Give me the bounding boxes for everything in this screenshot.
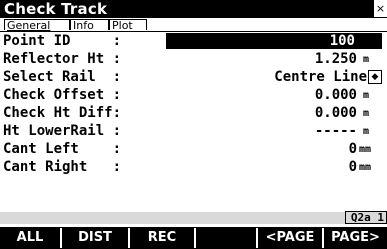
fkey-page-next[interactable]: PAGE> xyxy=(324,228,387,248)
check-offset-unit: m xyxy=(363,90,370,101)
fkey-all[interactable]: ALL xyxy=(0,228,60,248)
ht-lowerrail-label: Ht LowerRail : xyxy=(3,123,122,139)
cant-left-unit: mm xyxy=(359,144,372,155)
title-bar: Check Track × xyxy=(0,0,387,18)
fkey-rec[interactable]: REC xyxy=(130,228,194,248)
fkey-dist[interactable]: DIST xyxy=(62,228,128,248)
status-indicator: Q2a 1 xyxy=(345,211,387,224)
cant-left-label: Cant Left : xyxy=(3,141,122,157)
updown-arrow-icon[interactable]: ◆ xyxy=(368,70,382,84)
reflector-ht-value[interactable]: 1.250 xyxy=(315,50,357,68)
check-ht-diff-unit: m xyxy=(363,108,370,119)
cant-right-row: Cant Right : 0 mm xyxy=(0,158,387,176)
ht-lowerrail-row: Ht LowerRail : ----- m xyxy=(0,122,387,140)
check-offset-label: Check Offset : xyxy=(3,87,122,103)
check-offset-row: Check Offset : 0.000 m xyxy=(0,86,387,104)
fkey-page-prev[interactable]: <PAGE xyxy=(258,228,322,248)
point-id-label: Point ID : xyxy=(3,33,122,49)
check-ht-diff-label: Check Ht Diff: xyxy=(3,105,122,121)
fkey-empty[interactable] xyxy=(196,228,256,248)
ht-lowerrail-unit: m xyxy=(363,126,370,137)
point-id-field[interactable]: 100 xyxy=(166,33,382,49)
reflector-ht-unit: m xyxy=(363,54,370,65)
cant-left-row: Cant Left : 0 mm xyxy=(0,140,387,158)
check-offset-value[interactable]: 0.000 xyxy=(315,86,357,104)
reflector-ht-label: Reflector Ht : xyxy=(3,51,122,67)
cant-right-unit: mm xyxy=(359,162,372,173)
tab-info[interactable]: Info xyxy=(70,19,109,31)
point-id-row: Point ID : 100 xyxy=(0,32,387,50)
check-ht-diff-value[interactable]: 0.000 xyxy=(315,104,357,122)
cant-left-value[interactable]: 0 xyxy=(349,140,357,158)
cant-right-label: Cant Right : xyxy=(3,159,122,175)
function-key-bar: ALL DIST REC <PAGE PAGE> xyxy=(0,227,387,249)
tab-bar: General Info Plot xyxy=(0,18,387,32)
window-title: Check Track xyxy=(4,0,108,18)
close-icon[interactable]: × xyxy=(374,0,387,17)
select-rail-value[interactable]: Centre Line xyxy=(274,68,367,86)
status-strip xyxy=(0,212,387,224)
tab-general[interactable]: General xyxy=(4,19,70,31)
reflector-ht-row: Reflector Ht : 1.250 m xyxy=(0,50,387,68)
point-id-value: 100 xyxy=(329,33,355,49)
check-track-screen: Check Track × General Info Plot Point ID… xyxy=(0,0,387,249)
ht-lowerrail-value[interactable]: ----- xyxy=(315,122,357,140)
check-ht-diff-row: Check Ht Diff: 0.000 m xyxy=(0,104,387,122)
select-rail-label: Select Rail : xyxy=(3,69,122,85)
tab-plot[interactable]: Plot xyxy=(109,19,147,31)
cant-right-value[interactable]: 0 xyxy=(349,158,357,176)
select-rail-row: Select Rail : Centre Line ◆ xyxy=(0,68,387,86)
